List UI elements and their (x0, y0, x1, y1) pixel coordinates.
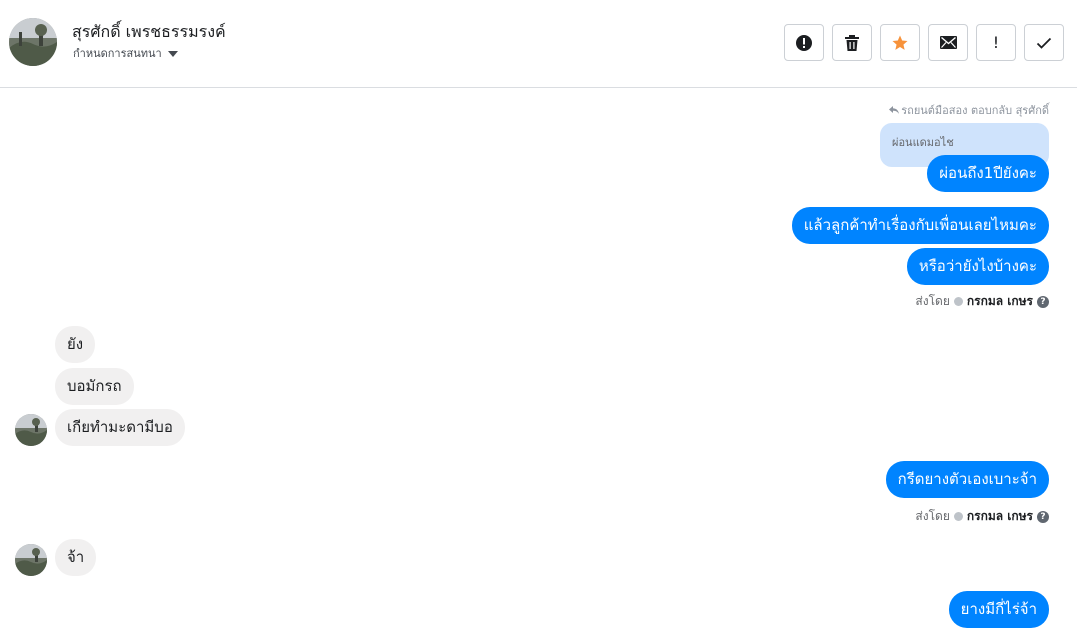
alert-circle-icon (795, 34, 813, 52)
reply-arrow-icon (889, 104, 900, 117)
assign-conversation-dropdown[interactable]: กำหนดการสนทนา (73, 44, 178, 62)
incoming-message[interactable]: บอมักรถ (55, 368, 134, 405)
trash-icon (844, 34, 860, 52)
reply-note: รถยนต์มือสอง ตอบกลับ สุรศักดิ์ (889, 101, 1049, 119)
help-icon[interactable]: ? (1037, 295, 1049, 308)
conversation-header: สุรศักดิ์ เพรชธรรมรงค์ กำหนดการสนทนา ! (0, 0, 1077, 88)
assign-label: กำหนดการสนทนา (73, 47, 162, 60)
incoming-message[interactable]: จ้า (55, 539, 97, 576)
outgoing-message[interactable]: ผ่อนถึง1ปียังคะ (927, 155, 1049, 192)
outgoing-message[interactable]: แล้วลูกค้าทำเรื่องกับเพื่อนเลยไหมคะ (791, 207, 1049, 244)
follow-up-button[interactable]: ! (976, 24, 1016, 61)
mark-unread-button[interactable] (928, 24, 968, 61)
message-thread: รถยนต์มือสอง ตอบกลับ สุรศักดิ์ ผ่อนแดมอไ… (0, 89, 1077, 633)
conversation-toolbar: ! (784, 24, 1064, 61)
verified-dot-icon (953, 297, 963, 306)
sent-by-prefix: ส่งโดย (915, 509, 950, 523)
outgoing-message[interactable]: หรือว่ายังไงบ้างคะ (906, 248, 1049, 285)
mark-spam-button[interactable] (784, 24, 824, 61)
check-icon (1036, 37, 1052, 49)
mark-done-button[interactable] (1024, 24, 1064, 61)
help-icon[interactable]: ? (1037, 510, 1049, 523)
sent-by-prefix: ส่งโดย (915, 294, 950, 308)
incoming-message[interactable]: ยัง (55, 326, 96, 363)
incoming-message[interactable]: เกียทำมะดามีบอ (55, 409, 185, 446)
caret-down-icon (167, 50, 178, 57)
delete-button[interactable] (832, 24, 872, 61)
envelope-icon (939, 36, 957, 49)
reply-note-text: รถยนต์มือสอง ตอบกลับ สุรศักดิ์ (901, 104, 1049, 117)
verified-dot-icon (953, 512, 963, 521)
star-button[interactable] (880, 24, 920, 61)
sent-by-agent[interactable]: กรกมล เกษร (967, 292, 1033, 311)
star-icon (891, 34, 909, 52)
contact-avatar[interactable] (9, 18, 57, 66)
contact-avatar-small[interactable] (15, 414, 47, 446)
contact-name: สุรศักดิ์ เพรชธรรมรงค์ (72, 22, 226, 41)
outgoing-message[interactable]: ยางมีกี่ไร่จ้า (948, 591, 1049, 628)
sent-by-agent[interactable]: กรกมล เกษร (967, 507, 1033, 526)
outgoing-message[interactable]: กรีดยางตัวเองเบาะจ้า (885, 461, 1049, 498)
exclamation-icon: ! (992, 33, 1000, 52)
sent-by-line: ส่งโดย กรกมล เกษร ? (915, 292, 1049, 311)
contact-avatar-small[interactable] (15, 544, 47, 576)
sent-by-line: ส่งโดย กรกมล เกษร ? (915, 507, 1049, 526)
